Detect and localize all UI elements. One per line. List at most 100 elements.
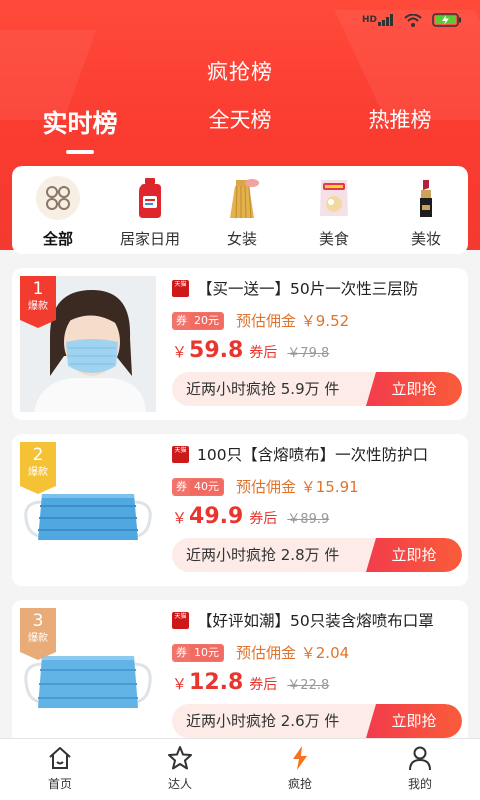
category-label: 美食: [318, 230, 349, 248]
nav-flash-grab[interactable]: 疯抢: [240, 739, 360, 800]
product-card[interactable]: 2 爆款 天猫 100只【含熔喷布】一次性防护口 券 40元 预估佣金 ￥15.…: [12, 434, 468, 586]
grid-icon: [36, 176, 80, 220]
tmall-badge: 天猫: [172, 279, 189, 297]
product-title-row: 天猫 100只【含熔喷布】一次性防护口: [172, 442, 462, 466]
after-coupon-label: 券后: [249, 677, 278, 693]
price-row: ￥12.8 券后 ￥22.8: [172, 670, 329, 695]
lightning-icon: [293, 746, 307, 770]
nav-label: 我的: [407, 777, 432, 791]
nav-mine[interactable]: 我的: [360, 739, 480, 800]
ranking-tabs: 实时榜 全天榜 热推榜: [0, 104, 480, 154]
original-price: ￥89.9: [287, 512, 330, 527]
estimated-commission: 预估佣金 ￥9.52: [236, 312, 350, 330]
sales-count: 近两小时疯抢 5.9万 件: [186, 380, 340, 398]
rank-badge: 1 爆款: [20, 276, 56, 328]
nav-influencer[interactable]: 达人: [120, 739, 240, 800]
sales-count: 近两小时疯抢 2.8万 件: [186, 546, 340, 564]
star-icon: [168, 746, 192, 770]
coupon-row: 券 20元 预估佣金 ￥9.52: [172, 310, 349, 331]
skirt-icon: [220, 176, 264, 220]
category-label: 美妆: [410, 230, 441, 248]
category-all[interactable]: 全部: [12, 176, 104, 254]
sales-bar: 近两小时疯抢 5.9万 件 立即抢: [172, 372, 462, 406]
user-icon: [409, 746, 431, 771]
after-coupon-label: 券后: [249, 345, 278, 361]
rank-badge: 2 爆款: [20, 442, 56, 494]
category-label: 女装: [226, 230, 257, 248]
tab-hot-recommend[interactable]: 热推榜: [320, 104, 480, 154]
product-card[interactable]: 1 爆款 天猫 【买一送一】50片一次性三层防 券 20元 预估佣金 ￥9.52: [12, 268, 468, 420]
grab-now-button[interactable]: 立即抢: [366, 538, 462, 572]
grab-now-button[interactable]: 立即抢: [366, 372, 462, 406]
price-row: ￥49.9 券后 ￥89.9: [172, 504, 329, 529]
original-price: ￥22.8: [287, 678, 330, 693]
nav-home[interactable]: 首页: [0, 739, 120, 800]
category-household[interactable]: 居家日用: [104, 176, 196, 254]
coupon-price: ￥12.8: [172, 670, 243, 695]
product-title-row: 天猫 【买一送一】50片一次性三层防: [172, 276, 462, 300]
rank-badge: 3 爆款: [20, 608, 56, 660]
product-title-row: 天猫 【好评如潮】50只装含熔喷布口罩: [172, 608, 462, 632]
coupon-label: 券: [173, 478, 190, 495]
coupon-label: 券: [173, 312, 190, 329]
category-label: 全部: [42, 230, 73, 248]
coupon-row: 券 10元 预估佣金 ￥2.04: [172, 642, 349, 663]
nav-label: 首页: [47, 777, 72, 791]
status-bar: HD: [0, 0, 480, 40]
page-title: 疯抢榜: [207, 60, 273, 84]
product-title[interactable]: 【买一送一】50片一次性三层防: [197, 277, 418, 299]
currency-symbol: ￥: [172, 509, 188, 527]
lipstick-icon: [404, 176, 448, 220]
sales-bar: 近两小时疯抢 2.6万 件 立即抢: [172, 704, 462, 738]
rank-number: 1: [32, 279, 44, 299]
currency-symbol: ￥: [172, 675, 188, 693]
signal-icon: HD: [362, 14, 394, 26]
coupon-value: 10元: [190, 644, 223, 661]
currency-symbol: ￥: [172, 343, 188, 361]
nav-label: 达人: [167, 777, 192, 791]
category-bar: 全部 居家日用 女装 美食 美妆: [12, 166, 468, 254]
category-label: 居家日用: [119, 230, 180, 248]
price-value: 49.9: [189, 504, 244, 529]
snack-bag-icon: [312, 176, 356, 220]
category-women-clothing[interactable]: 女装: [196, 176, 288, 254]
coupon-badge: 券 10元: [172, 643, 224, 662]
sales-count: 近两小时疯抢 2.6万 件: [186, 712, 340, 730]
tmall-badge: 天猫: [172, 611, 189, 629]
product-image[interactable]: 3 爆款: [20, 608, 156, 744]
battery-charging-icon: [432, 13, 462, 27]
estimated-commission: 预估佣金 ￥2.04: [236, 644, 350, 662]
rank-number: 3: [32, 611, 44, 631]
coupon-badge: 券 20元: [172, 311, 224, 330]
coupon-label: 券: [173, 644, 190, 661]
signal-label: HD: [361, 15, 377, 25]
product-title[interactable]: 100只【含熔喷布】一次性防护口: [197, 443, 428, 465]
price-value: 12.8: [189, 670, 244, 695]
rank-tag: 爆款: [28, 467, 48, 478]
product-title[interactable]: 【好评如潮】50只装含熔喷布口罩: [197, 609, 434, 631]
sales-bar: 近两小时疯抢 2.8万 件 立即抢: [172, 538, 462, 572]
product-image[interactable]: 1 爆款: [20, 276, 156, 412]
rank-number: 2: [32, 445, 44, 465]
coupon-price: ￥59.8: [172, 338, 243, 363]
nav-label: 疯抢: [287, 777, 312, 791]
wifi-icon: [404, 13, 422, 27]
coupon-value: 40元: [190, 478, 223, 495]
category-food[interactable]: 美食: [288, 176, 380, 254]
rank-tag: 爆款: [28, 633, 48, 644]
rank-tag: 爆款: [28, 301, 48, 312]
home-icon: [49, 747, 71, 769]
grab-now-button[interactable]: 立即抢: [366, 704, 462, 738]
after-coupon-label: 券后: [249, 511, 278, 527]
tmall-badge: 天猫: [172, 445, 189, 463]
category-beauty[interactable]: 美妆: [380, 176, 468, 254]
original-price: ￥79.8: [287, 346, 330, 361]
price-value: 59.8: [189, 338, 244, 363]
coupon-value: 20元: [190, 312, 223, 329]
product-card[interactable]: 3 爆款 天猫 【好评如潮】50只装含熔喷布口罩 券 10元 预估佣金 ￥2.0…: [12, 600, 468, 752]
tab-all-day[interactable]: 全天榜: [160, 104, 320, 154]
product-image[interactable]: 2 爆款: [20, 442, 156, 578]
bottom-navigation: 首页 达人 疯抢 我的: [0, 738, 480, 800]
tab-realtime[interactable]: 实时榜: [0, 104, 160, 154]
detergent-bottle-icon: [128, 176, 172, 220]
